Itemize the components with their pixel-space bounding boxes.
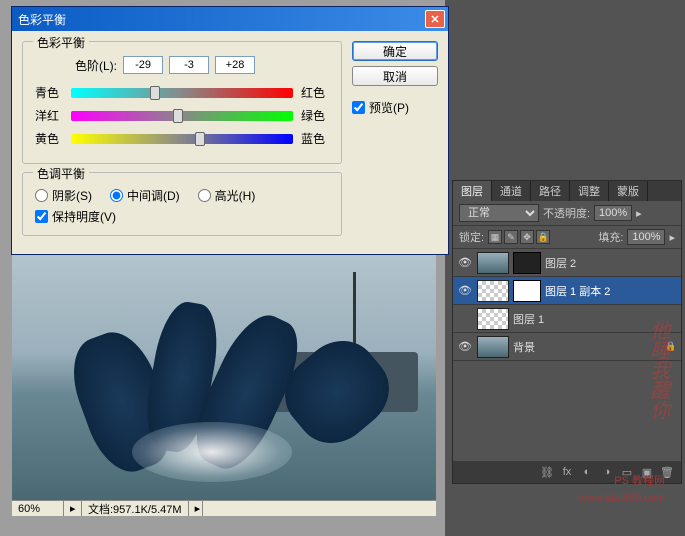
- fill-value[interactable]: 100%: [627, 229, 665, 245]
- layer-thumb[interactable]: [477, 308, 509, 330]
- group-title: 色调平衡: [33, 165, 89, 182]
- radio-label: 阴影(S): [52, 187, 92, 204]
- visibility-icon[interactable]: 👁: [457, 283, 473, 299]
- level-yellow-blue-input[interactable]: [215, 56, 255, 74]
- lock-position-icon[interactable]: ✥: [520, 230, 534, 244]
- cyan-label: 青色: [35, 84, 63, 101]
- radio-input[interactable]: [35, 189, 48, 202]
- magenta-label: 洋红: [35, 107, 63, 124]
- layer-mask[interactable]: [513, 252, 541, 274]
- radio-label: 高光(H): [215, 187, 256, 204]
- watermark: 他睡我醒你: [644, 320, 673, 420]
- right-dock: 图层 通道 路径 调整 蒙版 正常 不透明度: 100% ▸ 锁定: ▦ ✎ ✥…: [445, 0, 685, 536]
- visibility-icon[interactable]: [457, 311, 473, 327]
- lock-all-icon[interactable]: 🔒: [536, 230, 550, 244]
- level-label: 色阶(L):: [75, 57, 117, 74]
- canvas-area: 60% ▸ 文档:957.1K/5.47M ▸: [12, 232, 436, 516]
- layer-name: 图层 1 副本 2: [545, 283, 677, 299]
- checkbox-label: 预览(P): [369, 99, 409, 116]
- midtones-radio[interactable]: 中间调(D): [110, 187, 180, 204]
- layer-name: 背景: [513, 339, 661, 355]
- tab-layers[interactable]: 图层: [453, 181, 492, 201]
- fill-label: 填充:: [598, 229, 623, 245]
- green-label: 绿色: [301, 107, 329, 124]
- level-magenta-green-input[interactable]: [169, 56, 209, 74]
- slider-thumb[interactable]: [150, 86, 160, 100]
- checkbox-label: 保持明度(V): [52, 208, 116, 225]
- zoom-arrow-icon[interactable]: ▸: [64, 501, 82, 516]
- color-balance-dialog: 色彩平衡 ✕ 色彩平衡 色阶(L): 青色 红色: [11, 6, 449, 255]
- close-button[interactable]: ✕: [425, 10, 445, 28]
- lock-pixels-icon[interactable]: ✎: [504, 230, 518, 244]
- status-bar: 60% ▸ 文档:957.1K/5.47M ▸: [12, 500, 436, 516]
- radio-label: 中间调(D): [127, 187, 180, 204]
- slider-thumb[interactable]: [173, 109, 183, 123]
- preserve-luminosity-checkbox[interactable]: 保持明度(V): [35, 208, 329, 225]
- close-icon: ✕: [430, 13, 439, 26]
- blend-mode-select[interactable]: 正常: [459, 204, 539, 222]
- layer-thumb[interactable]: [477, 336, 509, 358]
- panel-tabs: 图层 通道 路径 调整 蒙版: [453, 181, 681, 201]
- water-splash: [132, 422, 292, 482]
- lock-label: 锁定:: [459, 229, 484, 245]
- group-title: 色彩平衡: [33, 34, 89, 51]
- layer-thumb[interactable]: [477, 252, 509, 274]
- checkbox-input[interactable]: [35, 210, 48, 223]
- tone-balance-group: 色调平衡 阴影(S) 中间调(D) 高光(H): [22, 172, 342, 236]
- lock-icons: ▦ ✎ ✥ 🔒: [488, 230, 550, 244]
- visibility-icon[interactable]: 👁: [457, 255, 473, 271]
- slider-thumb[interactable]: [195, 132, 205, 146]
- yellow-blue-slider[interactable]: [71, 134, 293, 144]
- visibility-icon[interactable]: 👁: [457, 339, 473, 355]
- tab-paths[interactable]: 路径: [531, 181, 570, 201]
- watermark-credit: PS 教程网 www.tata580.com: [578, 473, 665, 506]
- layer-row[interactable]: 👁 图层 2: [453, 249, 681, 277]
- layer-name: 图层 2: [545, 255, 677, 271]
- tab-masks[interactable]: 蒙版: [609, 181, 648, 201]
- shadows-radio[interactable]: 阴影(S): [35, 187, 92, 204]
- doc-arrow-icon[interactable]: ▸: [189, 501, 203, 516]
- cancel-button[interactable]: 取消: [352, 66, 438, 86]
- layer-thumb[interactable]: [477, 280, 509, 302]
- level-cyan-red-input[interactable]: [123, 56, 163, 74]
- zoom-level[interactable]: 60%: [12, 501, 64, 516]
- yellow-label: 黄色: [35, 130, 63, 147]
- tab-adjustments[interactable]: 调整: [570, 181, 609, 201]
- radio-input[interactable]: [110, 189, 123, 202]
- red-label: 红色: [301, 84, 329, 101]
- blue-label: 蓝色: [301, 130, 329, 147]
- highlights-radio[interactable]: 高光(H): [198, 187, 256, 204]
- radio-input[interactable]: [198, 189, 211, 202]
- layer-mask[interactable]: [513, 280, 541, 302]
- opacity-arrow-icon[interactable]: ▸: [636, 207, 642, 220]
- link-icon[interactable]: ⛓: [539, 464, 555, 480]
- opacity-label: 不透明度:: [543, 205, 590, 221]
- dialog-title: 色彩平衡: [18, 11, 425, 28]
- canvas-image[interactable]: [12, 232, 436, 502]
- ok-button[interactable]: 确定: [352, 41, 438, 61]
- titlebar[interactable]: 色彩平衡 ✕: [12, 7, 448, 31]
- magenta-green-slider[interactable]: [71, 111, 293, 121]
- lock-transparent-icon[interactable]: ▦: [488, 230, 502, 244]
- fx-icon[interactable]: fx: [559, 464, 575, 480]
- layer-row[interactable]: 👁 图层 1 副本 2: [453, 277, 681, 305]
- checkbox-input[interactable]: [352, 101, 365, 114]
- cyan-red-slider[interactable]: [71, 88, 293, 98]
- color-balance-group: 色彩平衡 色阶(L): 青色 红色 洋红: [22, 41, 342, 164]
- doc-size: 文档:957.1K/5.47M: [82, 501, 189, 516]
- tab-channels[interactable]: 通道: [492, 181, 531, 201]
- opacity-value[interactable]: 100%: [594, 205, 632, 221]
- fill-arrow-icon[interactable]: ▸: [669, 231, 675, 244]
- preview-checkbox[interactable]: 预览(P): [352, 99, 438, 116]
